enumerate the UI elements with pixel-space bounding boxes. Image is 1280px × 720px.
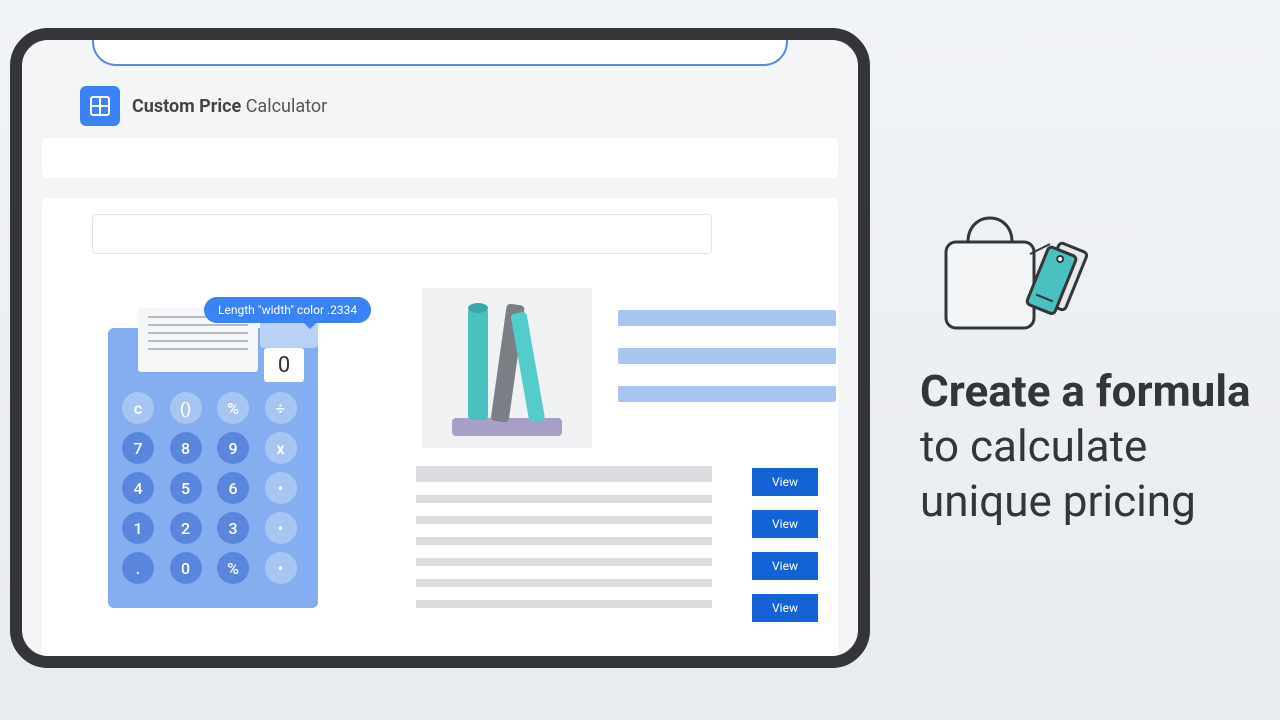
detail-bar: [618, 348, 836, 364]
key-op[interactable]: •: [265, 512, 297, 544]
key-9[interactable]: 9: [217, 432, 249, 464]
text-line: [416, 537, 712, 545]
app-title-rest: Calculator: [241, 96, 327, 117]
key-parens[interactable]: (): [170, 392, 202, 424]
key-percent2[interactable]: %: [217, 552, 249, 584]
detail-bar: [618, 386, 836, 402]
key-percent[interactable]: %: [217, 392, 249, 424]
app-header: Custom Price Calculator: [80, 86, 327, 126]
formula-tooltip: Length "width" color .2334: [204, 297, 371, 323]
promo-headline: Create a formula to calculate unique pri…: [920, 364, 1260, 529]
text-line: [416, 600, 712, 608]
promo-line-3: unique pricing: [920, 475, 1196, 527]
key-3[interactable]: 3: [217, 512, 249, 544]
input-placeholder-box: [92, 214, 712, 254]
promo-line-1: Create a formula: [920, 364, 1260, 419]
content-card: Length "width" color .2334 0 c () % ÷ 7 …: [42, 198, 838, 656]
calculator: 0 c () % ÷ 7 8 9 x 4 5 6 • 1 2 3 • . 0: [108, 328, 318, 608]
view-button[interactable]: View: [752, 468, 818, 496]
key-2[interactable]: 2: [170, 512, 202, 544]
calculator-app-icon: [80, 86, 120, 126]
key-8[interactable]: 8: [170, 432, 202, 464]
key-op[interactable]: •: [265, 472, 297, 504]
toolbar-placeholder: [42, 138, 838, 178]
view-button[interactable]: View: [752, 594, 818, 622]
text-line: [416, 558, 712, 566]
view-button[interactable]: View: [752, 510, 818, 538]
view-buttons: View View View View: [752, 468, 818, 622]
app-title-bold: Custom Price: [132, 96, 241, 117]
shopping-bag-icon: [928, 200, 1260, 344]
tablet-frame: Custom Price Calculator Length "width" c…: [10, 28, 870, 668]
product-image: [422, 288, 592, 448]
text-line: [416, 495, 712, 503]
app-title: Custom Price Calculator: [132, 96, 327, 117]
key-0[interactable]: 0: [170, 552, 202, 584]
paper-line: [148, 348, 248, 350]
key-divide[interactable]: ÷: [265, 392, 297, 424]
key-1[interactable]: 1: [122, 512, 154, 544]
detail-bars: [618, 310, 836, 402]
key-6[interactable]: 6: [217, 472, 249, 504]
paper-line: [148, 332, 248, 334]
text-lines-block: [416, 466, 712, 608]
tablet-notch: [92, 40, 788, 66]
detail-bar: [618, 310, 836, 326]
key-7[interactable]: 7: [122, 432, 154, 464]
text-line: [416, 516, 712, 524]
calculator-display: 0: [264, 348, 304, 382]
key-op[interactable]: •: [265, 552, 297, 584]
key-clear[interactable]: c: [122, 392, 154, 424]
view-button[interactable]: View: [752, 552, 818, 580]
promo-section: Create a formula to calculate unique pri…: [920, 200, 1260, 529]
paper-line: [148, 340, 248, 342]
key-5[interactable]: 5: [170, 472, 202, 504]
key-4[interactable]: 4: [122, 472, 154, 504]
paper-line: [148, 324, 248, 326]
key-multiply[interactable]: x: [265, 432, 297, 464]
text-line: [416, 466, 712, 482]
promo-line-2: to calculate: [920, 420, 1147, 472]
key-dot[interactable]: .: [122, 552, 154, 584]
calculator-keypad: c () % ÷ 7 8 9 x 4 5 6 • 1 2 3 • . 0 % •: [122, 392, 304, 584]
text-line: [416, 579, 712, 587]
